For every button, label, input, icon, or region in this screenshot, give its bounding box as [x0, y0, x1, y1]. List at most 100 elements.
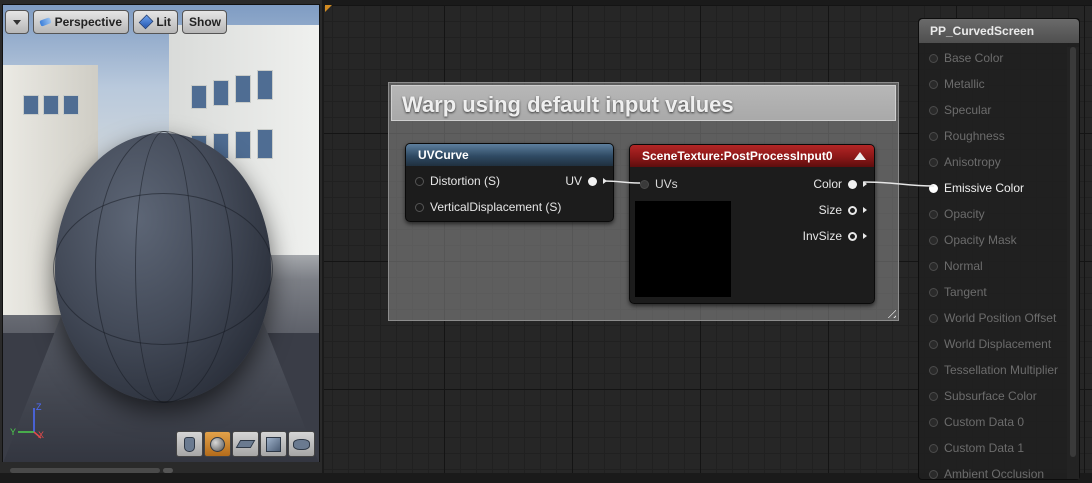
- result-pin-row[interactable]: Roughness: [929, 127, 1005, 145]
- preview-sphere-mesh: [53, 131, 273, 403]
- scenetexture-node[interactable]: SceneTexture:PostProcessInput0 UVs Color…: [629, 144, 875, 304]
- preview-mesh-button[interactable]: [288, 431, 315, 457]
- pin-arrow-icon: [863, 181, 867, 187]
- result-pin-row[interactable]: Tessellation Multiplier: [929, 361, 1058, 379]
- result-pin-row[interactable]: Emissive Color: [929, 179, 1024, 197]
- result-scrollbar[interactable]: [1067, 47, 1079, 479]
- scenetexture-node-title: SceneTexture:PostProcessInput0: [642, 149, 833, 163]
- lit-label: Lit: [156, 15, 171, 29]
- pin-uvs-input[interactable]: UVs: [640, 175, 678, 193]
- pin-color-output[interactable]: Color: [813, 175, 867, 193]
- result-pin-label: Custom Data 1: [944, 441, 1025, 455]
- input-pin-icon[interactable]: [929, 53, 938, 63]
- input-pin-icon[interactable]: [929, 157, 938, 167]
- preview-cylinder-button[interactable]: [176, 431, 203, 457]
- input-pin-icon[interactable]: [929, 235, 938, 245]
- uvcurve-node-header[interactable]: UVCurve: [406, 144, 613, 166]
- pin-label: UV: [565, 174, 582, 188]
- show-button[interactable]: Show: [182, 10, 227, 34]
- pin-distortion[interactable]: Distortion (S): [415, 172, 500, 190]
- input-pin-icon[interactable]: [929, 105, 938, 115]
- pin-vertical-displacement[interactable]: VerticalDisplacement (S): [415, 198, 561, 216]
- result-pin-label: Subsurface Color: [944, 389, 1037, 403]
- lit-button[interactable]: Lit: [133, 10, 178, 34]
- result-pin-row[interactable]: Opacity: [929, 205, 985, 223]
- input-pin-icon[interactable]: [929, 417, 938, 427]
- result-pin-row[interactable]: World Displacement: [929, 335, 1051, 353]
- preview-render[interactable]: [2, 4, 320, 464]
- uvcurve-node[interactable]: UVCurve Distortion (S) VerticalDisplacem…: [405, 143, 614, 222]
- result-pin-row[interactable]: Tangent: [929, 283, 987, 301]
- input-pin-icon[interactable]: [929, 287, 938, 297]
- plane-icon: [235, 440, 256, 448]
- input-pin-icon[interactable]: [929, 391, 938, 401]
- teapot-icon: [293, 438, 310, 450]
- pin-label: Size: [818, 203, 842, 217]
- pin-size-output[interactable]: Size: [819, 201, 867, 219]
- result-pin-label: Metallic: [944, 77, 985, 91]
- chevron-down-icon: [13, 19, 21, 25]
- result-pin-row[interactable]: World Position Offset: [929, 309, 1056, 327]
- result-pin-label: Tessellation Multiplier: [944, 363, 1059, 377]
- input-pin-icon[interactable]: [929, 131, 938, 141]
- input-pin-icon[interactable]: [640, 179, 649, 189]
- pin-invsize-output[interactable]: InvSize: [803, 227, 867, 245]
- result-pin-row[interactable]: Base Color: [929, 49, 1003, 67]
- result-pin-row[interactable]: Subsurface Color: [929, 387, 1037, 405]
- input-pin-icon[interactable]: [929, 313, 938, 323]
- result-pin-label: Anisotropy: [944, 155, 1001, 169]
- result-pin-label: Ambient Occlusion: [944, 467, 1045, 481]
- input-pin-icon[interactable]: [929, 209, 938, 219]
- result-pin-label: Opacity: [944, 207, 985, 221]
- uvcurve-node-title: UVCurve: [418, 148, 469, 162]
- scenetexture-node-header[interactable]: SceneTexture:PostProcessInput0: [630, 145, 874, 167]
- input-pin-icon[interactable]: [415, 202, 424, 212]
- cube-icon: [266, 436, 281, 452]
- pin-uv-output[interactable]: UV: [565, 172, 607, 190]
- comment-resize-handle[interactable]: [884, 306, 896, 318]
- result-pin-label: Tangent: [944, 285, 987, 299]
- comment-title[interactable]: Warp using default input values: [391, 85, 896, 121]
- result-scrollbar-thumb[interactable]: [1070, 47, 1076, 457]
- output-pin-icon[interactable]: [848, 179, 857, 189]
- graph-top-border: [324, 0, 1092, 5]
- result-pin-row[interactable]: Ambient Occlusion: [929, 465, 1044, 483]
- input-pin-icon[interactable]: [929, 79, 938, 89]
- viewport-options-button[interactable]: [5, 10, 29, 34]
- result-pin-row[interactable]: Metallic: [929, 75, 985, 93]
- input-pin-icon[interactable]: [929, 261, 938, 271]
- result-pin-row[interactable]: Anisotropy: [929, 153, 1001, 171]
- graph-corner-marker: [325, 5, 332, 12]
- preview-plane-button[interactable]: [232, 431, 259, 457]
- output-pin-icon[interactable]: [848, 205, 857, 215]
- material-result-node[interactable]: PP_CurvedScreen Base Color Metallic Specul…: [918, 18, 1080, 483]
- input-pin-icon[interactable]: [929, 339, 938, 349]
- result-pin-row[interactable]: Opacity Mask: [929, 231, 1017, 249]
- axis-z-label: Z: [36, 402, 42, 412]
- output-pin-icon[interactable]: [848, 231, 857, 241]
- result-pin-row[interactable]: Custom Data 1: [929, 439, 1024, 457]
- input-pin-icon[interactable]: [929, 365, 938, 375]
- result-node-header[interactable]: PP_CurvedScreen: [919, 19, 1079, 43]
- preview-sphere-button[interactable]: [204, 431, 231, 457]
- input-pin-icon[interactable]: [929, 469, 938, 479]
- viewport-scrollbar-handle[interactable]: [163, 468, 173, 473]
- perspective-label: Perspective: [54, 15, 122, 29]
- preview-cube-button[interactable]: [260, 431, 287, 457]
- output-pin-icon[interactable]: [588, 176, 597, 186]
- input-pin-icon[interactable]: [929, 443, 938, 453]
- input-pin-icon[interactable]: [415, 176, 424, 186]
- pin-label: Distortion (S): [430, 174, 501, 188]
- result-pin-row[interactable]: Normal: [929, 257, 983, 275]
- viewport-scrollbar-thumb[interactable]: [10, 468, 160, 473]
- input-pin-icon[interactable]: [929, 183, 938, 193]
- result-pin-row[interactable]: Custom Data 0: [929, 413, 1024, 431]
- perspective-button[interactable]: Perspective: [33, 10, 129, 34]
- collapse-preview-icon[interactable]: [854, 152, 866, 160]
- axis-x-label: X: [38, 430, 44, 440]
- viewport-scrollbar[interactable]: [0, 462, 322, 473]
- result-pin-row[interactable]: Specular: [929, 101, 991, 119]
- material-preview-viewport[interactable]: Perspective Lit Show Z Y X: [0, 0, 322, 473]
- texture-preview-thumbnail: [635, 201, 731, 297]
- lit-mode-icon: [138, 14, 154, 30]
